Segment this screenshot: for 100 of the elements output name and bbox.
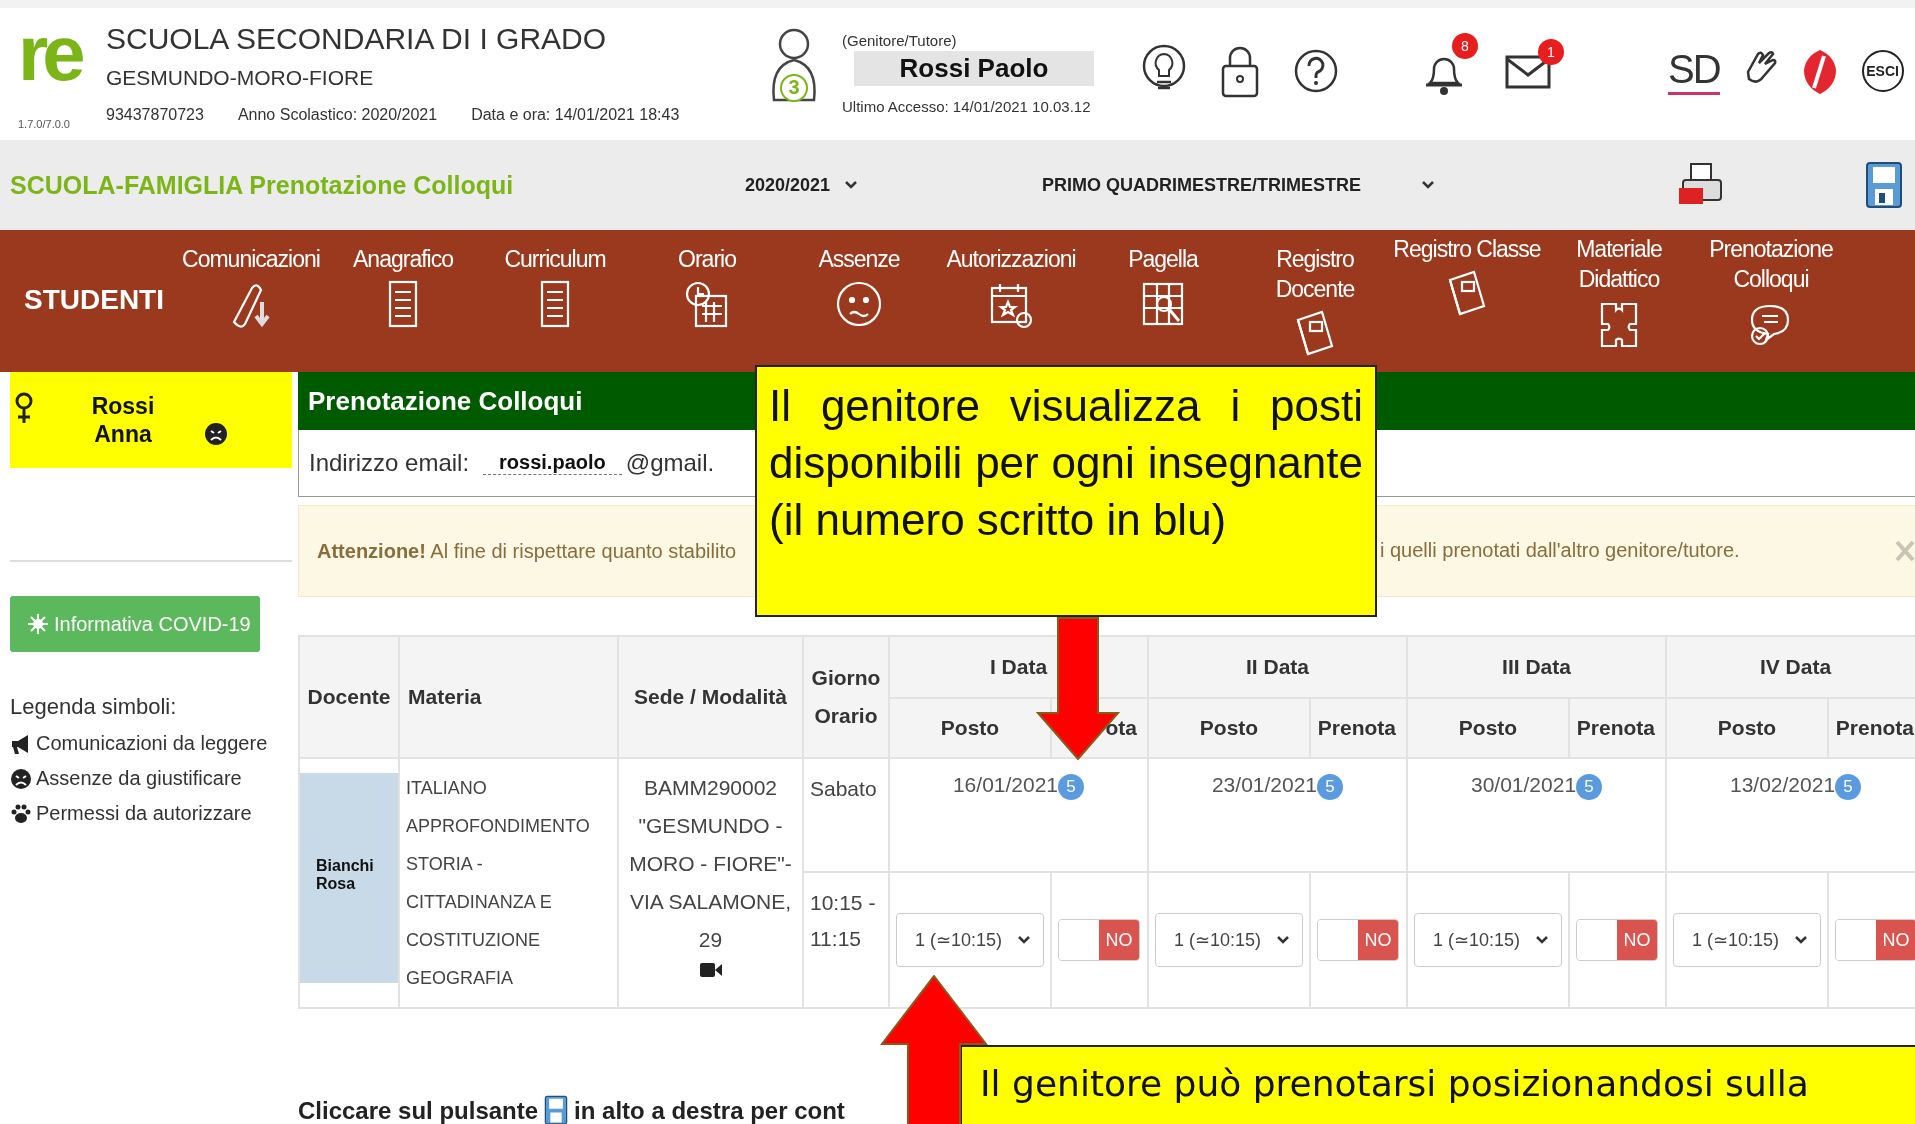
year-dropdown[interactable]: 2020/2021 — [745, 174, 1042, 196]
lock-icon[interactable] — [1220, 44, 1260, 98]
booking-toggle[interactable]: NO — [1058, 919, 1140, 961]
save-icon[interactable] — [1865, 161, 1903, 209]
legend-text: Comunicazioni da leggere — [36, 732, 268, 755]
messages-button[interactable]: 1 — [1504, 39, 1564, 91]
available-count-badge: 5 — [1317, 774, 1344, 800]
column-header: Sede / Modalità — [618, 636, 803, 758]
date-text: 30/01/2021 — [1470, 773, 1577, 796]
caret-icon — [844, 180, 859, 190]
last-access-text: Ultimo Accesso: 14/01/2021 10.03.12 — [842, 98, 1092, 115]
nav-section-title: STUDENTI — [23, 283, 165, 316]
children-count: 3 — [787, 76, 801, 99]
email-input-field[interactable]: rossi.paolo — [483, 451, 622, 475]
logout-button[interactable]: ESCI — [1861, 50, 1904, 92]
column-group-header: II Data — [1148, 636, 1407, 698]
school-year-text: Anno Scolastico: 2020/2021 — [237, 106, 438, 124]
slot-dropdown[interactable]: 1 (≃10:15) — [1673, 913, 1821, 967]
note-text: in alto a destra per cont — [574, 1097, 845, 1124]
nav-item[interactable]: Orario — [631, 230, 783, 330]
period-dropdown[interactable]: PRIMO QUADRIMESTRE/TRIMESTRE — [1042, 174, 1435, 196]
column-header: Prenota — [1828, 698, 1915, 758]
help-icon[interactable] — [1294, 49, 1338, 93]
frown-face-icon — [204, 422, 228, 446]
caret-icon — [1017, 935, 1031, 945]
column-header: Posto — [1666, 698, 1828, 758]
nav-item[interactable]: Assenze — [783, 230, 935, 330]
virus-icon — [28, 614, 48, 634]
column-header: Docente — [299, 636, 399, 758]
date-text: 23/01/2021 — [1211, 773, 1318, 796]
column-header: Posto — [889, 698, 1051, 758]
student-card[interactable]: Rossi Anna — [10, 372, 292, 468]
annotation-callout: Il genitore visualizza i posti disponibili per ogni insegnante (il numero scritto in blu) — [755, 365, 1377, 617]
booking-toggle[interactable]: NO — [1835, 919, 1915, 961]
slot-dropdown[interactable]: 1 (≃10:15) — [1414, 913, 1562, 967]
nav-item[interactable]: Autorizzazioni — [935, 230, 1087, 330]
caret-icon — [1535, 935, 1549, 945]
nav-item[interactable]: Comunicazioni — [175, 230, 327, 330]
note-text: Cliccare sul pulsante — [298, 1097, 539, 1124]
annotation-callout: Il genitore può prenotarsi posizionandosi sulla — [960, 1045, 1915, 1124]
nav-item[interactable]: Prenotazione Colloqui — [1695, 230, 1847, 350]
frown-face-icon — [10, 767, 32, 790]
available-count-badge: 5 — [1835, 774, 1862, 800]
booking-toggle[interactable]: NO — [1317, 919, 1399, 961]
booking-toggle[interactable]: NO — [1576, 919, 1658, 961]
legend-text: Permessi da autorizzare — [36, 802, 252, 825]
caret-icon — [1276, 935, 1290, 945]
column-header: Posto — [1148, 698, 1310, 758]
subject-text: GEOGRAFIA — [406, 967, 514, 990]
slot-dropdown[interactable]: 1 (≃10:15) — [1155, 913, 1303, 967]
venue-text: BAMM290002 "GESMUNDO - MORO - FIORE"- VIA SALAMONE, 29 — [629, 776, 792, 951]
caret-icon — [1794, 935, 1808, 945]
nav-item[interactable]: Registro Docente — [1239, 230, 1391, 360]
available-count-badge: 5 — [1058, 774, 1085, 800]
column-group-header: III Data — [1407, 636, 1666, 698]
day-text: Sabato — [810, 777, 877, 800]
email-domain-text: @gmail. — [625, 449, 715, 477]
column-header: Giorno Orario — [803, 636, 889, 758]
datetime-text: Data e ora: 14/01/2021 18:43 — [471, 106, 680, 124]
subject-text: ITALIANO — [406, 777, 488, 800]
nav-item[interactable]: Curriculum — [479, 230, 631, 330]
alert-text: i quelli prenotati dall'altro genitore/tutore. — [1380, 539, 1740, 562]
caret-icon — [1421, 180, 1435, 190]
nav-item[interactable]: Materiale Didattico — [1543, 230, 1695, 350]
subject-text: APPROFONDIMENTO — [406, 815, 591, 838]
email-label: Indirizzo email: — [309, 449, 470, 477]
nav-item[interactable]: Registro Classe — [1391, 230, 1543, 320]
page-title: SCUOLA-FAMIGLIA Prenotazione Colloqui — [10, 170, 515, 200]
school-subtitle: GESMUNDO-MORO-FIORE — [106, 66, 375, 90]
version-text: 1.7.0/7.0.0 — [18, 118, 71, 130]
column-header: Prenota — [1310, 698, 1407, 758]
alert-text: Attenzione! Al fine di rispettare quanto stabilito — [317, 539, 737, 563]
phone-number: 93437870723 — [106, 106, 204, 124]
column-header: Posto — [1407, 698, 1569, 758]
column-header: Materia — [399, 636, 618, 758]
school-name: SCUOLA SECONDARIA DI I GRADO — [106, 22, 608, 56]
female-icon — [14, 391, 34, 425]
logo: re — [18, 14, 82, 92]
available-count-badge: 5 — [1576, 774, 1603, 800]
slot-dropdown[interactable]: 1 (≃10:15) — [896, 913, 1044, 967]
date-text: 16/01/2021 — [952, 773, 1059, 796]
legend-title: Legenda simboli: — [10, 694, 178, 720]
column-group-header: IV Data — [1666, 636, 1915, 698]
brand-logo[interactable]: SD — [1668, 47, 1720, 95]
paw-icon — [10, 802, 32, 825]
student-name: Rossi Anna — [90, 392, 156, 448]
legend-text: Assenze da giustificare — [36, 767, 242, 790]
user-name: Rossi Paolo — [854, 51, 1094, 86]
nav-item[interactable]: Anagrafico — [327, 230, 479, 330]
video-camera-icon — [698, 961, 723, 979]
nav-item[interactable]: Pagella — [1087, 230, 1239, 330]
teacher-name: Bianchi Rosa — [300, 773, 398, 983]
notifications-button[interactable]: 8 — [1422, 33, 1478, 97]
message-count: 1 — [1538, 39, 1564, 65]
notification-count: 8 — [1452, 33, 1478, 59]
date-text: 13/02/2021 — [1729, 773, 1836, 796]
column-header: Prenota — [1569, 698, 1666, 758]
time-text: 10:15 - 11:15 — [810, 891, 876, 950]
subject-text: STORIA - CITTADINANZA E COSTITUZIONE — [406, 853, 553, 952]
user-role: (Genitore/Tutore) — [842, 32, 958, 49]
